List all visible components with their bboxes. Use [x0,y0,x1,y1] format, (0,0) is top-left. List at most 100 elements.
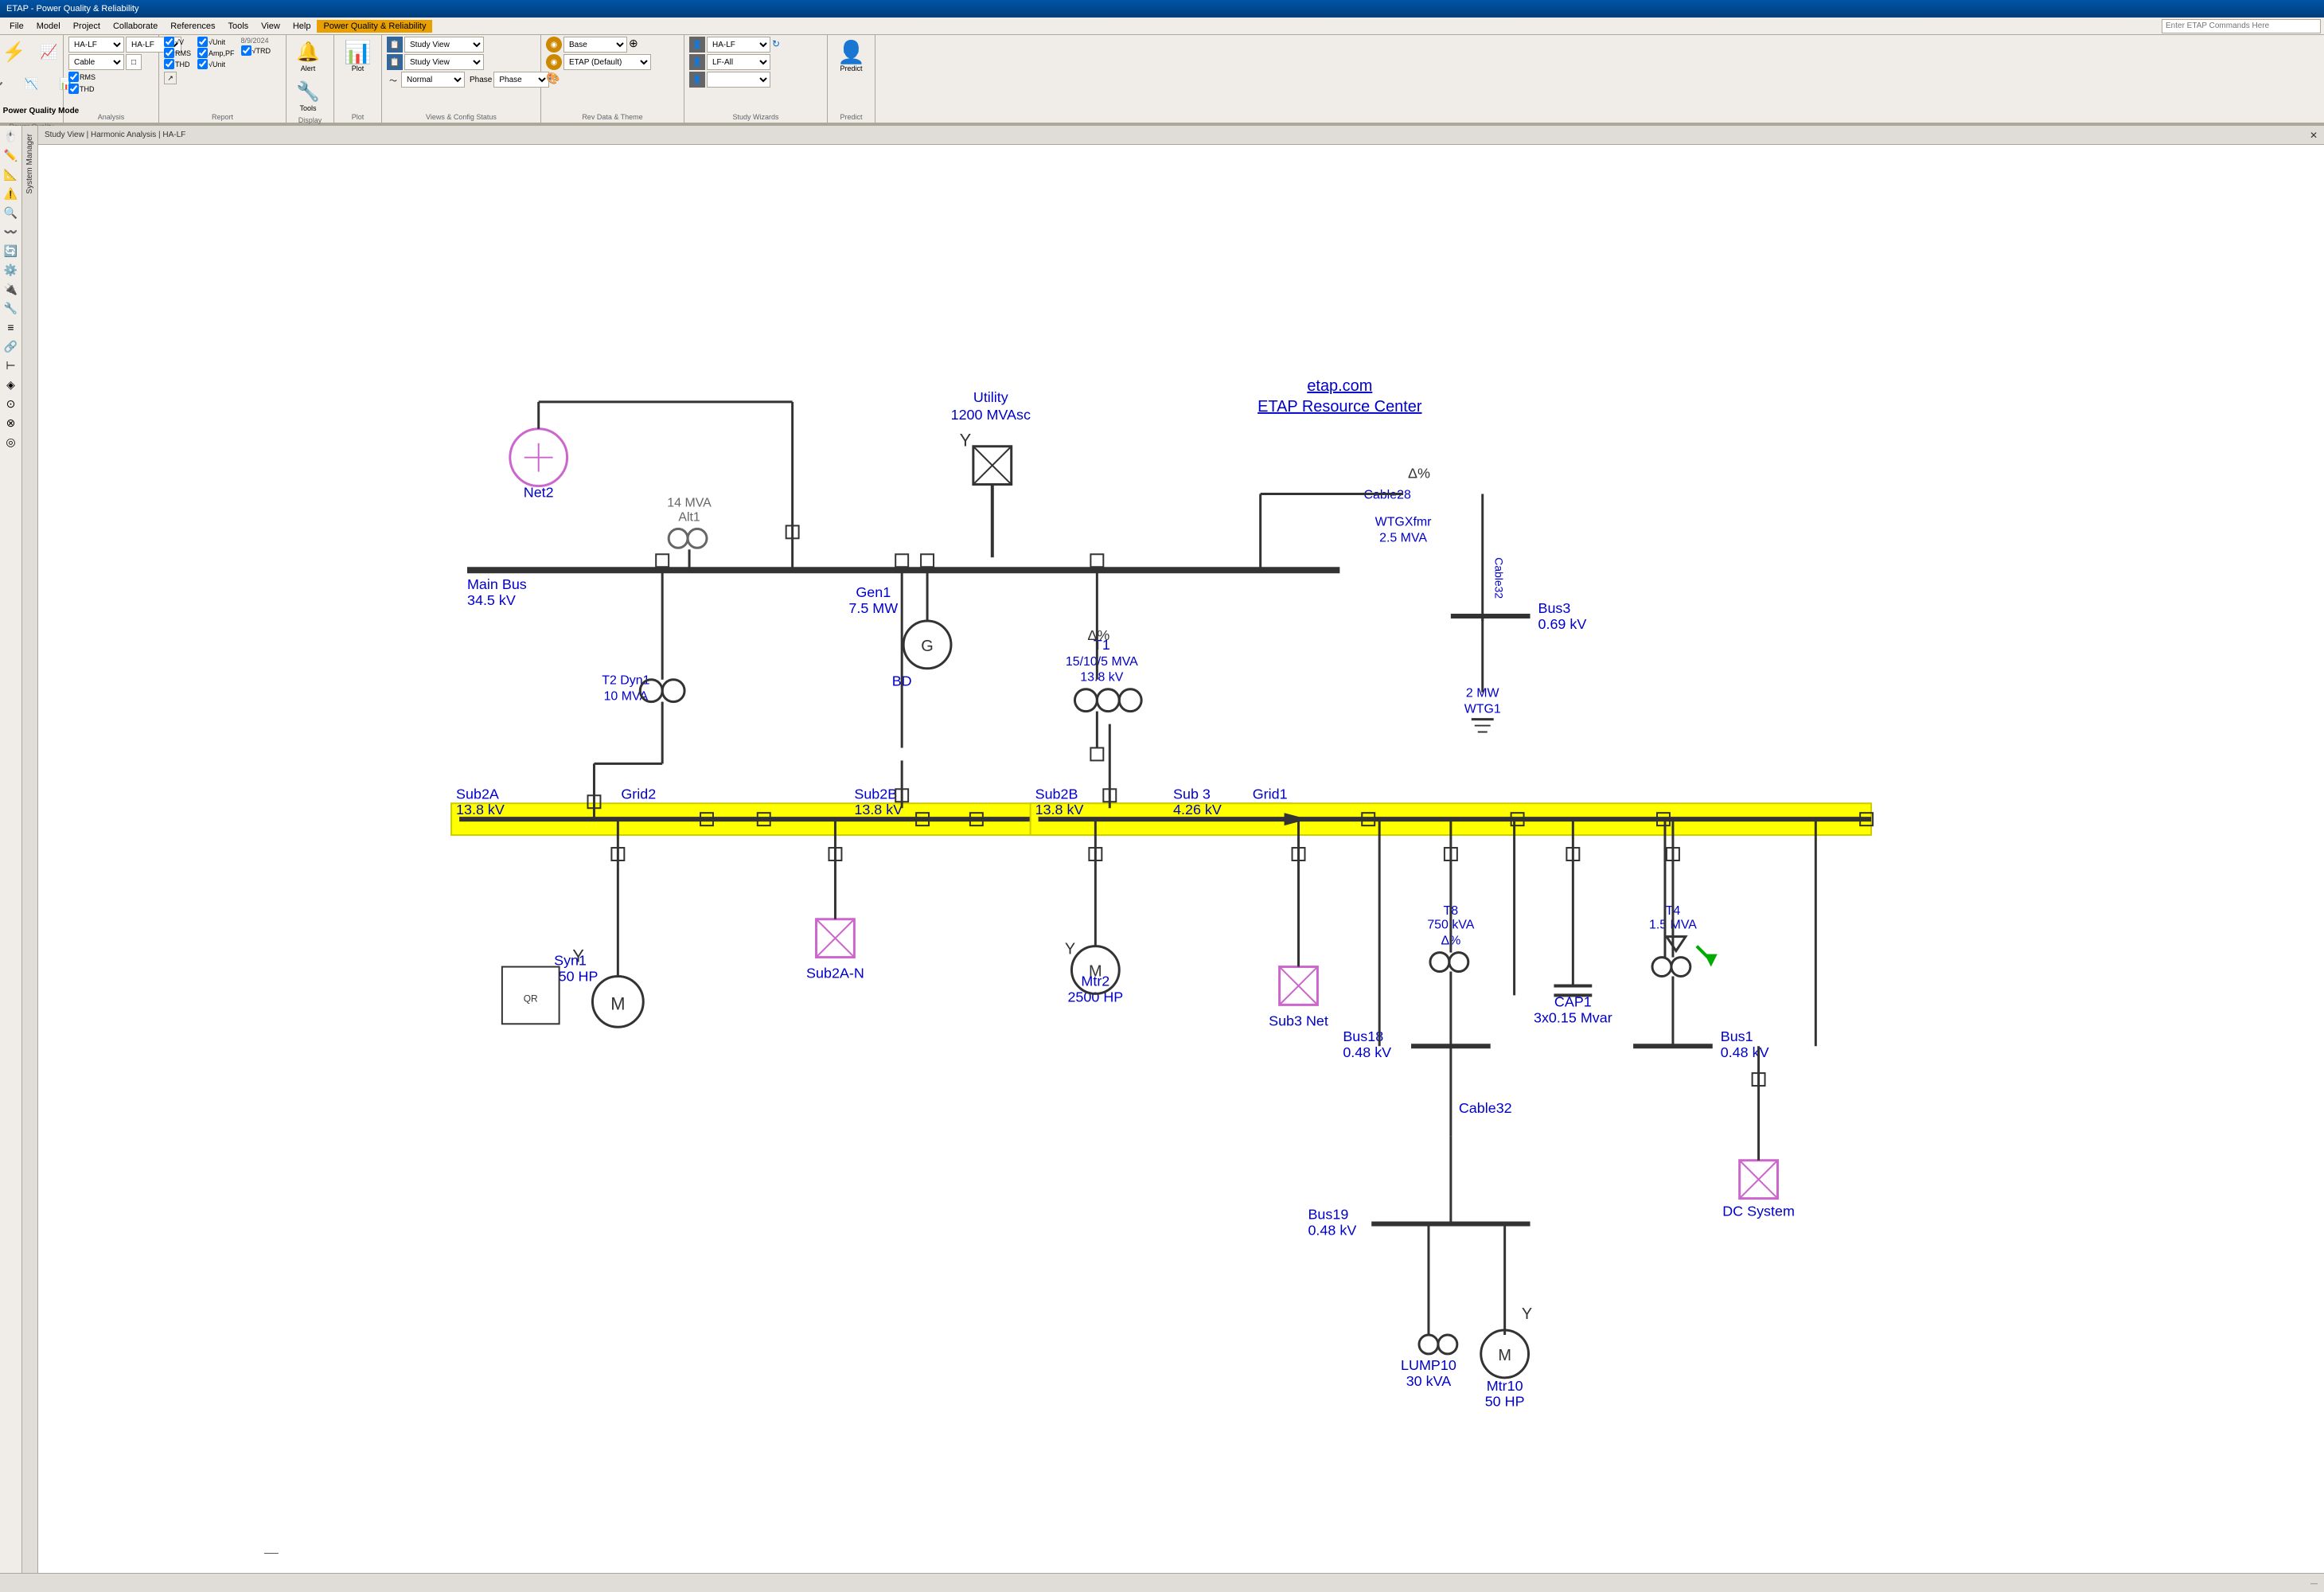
sidebar-icon-link[interactable]: 🔗 [2,338,20,355]
report-expand-btn[interactable]: ↗ [164,72,177,84]
sidebar-icon-extra2[interactable]: ◎ [2,433,20,451]
menu-project[interactable]: Project [67,20,107,33]
menu-collaborate[interactable]: Collaborate [107,20,164,33]
thd-checkbox-label: THD [68,84,95,94]
wizard-icon1[interactable]: 👤 [689,37,705,53]
gen1-mw: 7.5 MW [848,600,898,616]
tools-btn[interactable]: 🔧 Tools [291,76,325,115]
thd2-checkbox-label: THD [164,59,191,69]
normal-dropdown[interactable]: Normal [401,72,465,88]
mtr10-y: Y [1522,1305,1532,1323]
sidebar-icon-ruler[interactable]: ⊢ [2,357,20,374]
menu-view[interactable]: View [255,20,287,33]
sub2an-label: Sub2A-N [806,966,864,981]
sub3-voltage: 4.26 kV [1173,802,1222,817]
analysis-icon-btn[interactable]: □ [126,54,142,70]
mtr10-m: M [1498,1347,1511,1364]
menu-tools[interactable]: Tools [221,20,255,33]
wizard-dropdown1[interactable]: HA-LF [707,37,770,53]
palette-icon[interactable]: 🎨 [546,72,562,88]
phase-icon: 〜 [387,73,400,86]
mtr10-label: Mtr10 [1487,1378,1523,1394]
sidebar-icon-power[interactable]: 🔌 [2,280,20,298]
ribbon-group-plot: 📊 Plot Plot [334,35,382,123]
theme-dropdown[interactable]: ETAP (Default) [563,54,651,70]
sidebar-icon-draw[interactable]: ✏️ [2,146,20,164]
main-bus-label: Main Bus [467,576,527,592]
rms2-checkbox[interactable] [164,48,174,58]
wtg1-label: WTG1 [1464,703,1501,716]
menu-pq[interactable]: Power Quality & Reliability [317,20,432,33]
analysis-dropdown3[interactable]: Cable [68,54,124,70]
ampf-checkbox[interactable] [197,48,208,58]
ribbon-group-predict: 👤 Predict Predict [828,35,875,123]
wizard-dropdown3[interactable] [707,72,770,88]
menu-help[interactable]: Help [287,20,318,33]
wizard-refresh-btn[interactable]: ↻ [772,38,785,51]
phase-label: Phase [470,76,492,84]
command-search[interactable] [2162,19,2321,33]
rev-data-icon[interactable]: ⊕ [629,37,645,53]
wizard-dropdown2[interactable]: LF-All [707,54,770,70]
base-dropdown[interactable]: Base [563,37,627,53]
trd-checkbox[interactable] [241,45,252,56]
pq-mode-btn4[interactable]: 📉 [15,68,49,99]
report-label: Report [212,111,233,121]
sv-checkbox[interactable] [164,37,174,47]
status-coords: — [2310,1579,2318,1587]
sidebar-icon-search[interactable]: 🔍 [2,204,20,221]
study-view-dropdown2[interactable]: Study View [404,54,484,70]
analysis-dropdown1[interactable]: HA-LF [68,37,124,53]
alert-btn[interactable]: 🔔 Alert [291,37,325,75]
sidebar-icon-wrench[interactable]: 🔧 [2,299,20,317]
sv-checkbox-label: √V [164,37,191,47]
sub2b-right-label: Sub2B [1035,786,1078,802]
wizard-icon3[interactable]: 👤 [689,72,705,88]
sidebar-icon-measure[interactable]: 📐 [2,166,20,183]
thd-checkbox[interactable] [68,84,79,94]
sidebar-icon-chart[interactable]: 〰️ [2,223,20,240]
sidebar-icon-list[interactable]: ≡ [2,318,20,336]
unit2-checkbox[interactable] [197,59,208,69]
gen1-label: Gen1 [856,584,891,600]
sidebar-icon-settings[interactable]: ⚙️ [2,261,20,279]
syn1-m: M [610,993,625,1013]
plot-btn[interactable]: 📊 Plot [341,37,375,75]
ampf-checkbox-label: Amp,PF [197,48,235,58]
breadcrumb: Study View | Harmonic Analysis | HA-LF [45,131,185,139]
canvas-close-btn[interactable]: ✕ [2310,130,2318,141]
system-manager-tab[interactable]: System Manager [22,126,38,1573]
thd2-checkbox[interactable] [164,59,174,69]
pq-mode-btn3[interactable]: 〰️ [0,68,14,99]
sidebar-icon-cursor[interactable]: 🖱️ [2,127,20,145]
menu-references[interactable]: References [164,20,221,33]
predict-btn[interactable]: 👤 Predict [835,37,868,75]
etap-resource-link[interactable]: ETAP Resource Center [1258,398,1422,416]
unit-checkbox[interactable] [197,37,208,47]
sidebar-icon-warning[interactable]: ⚠️ [2,185,20,202]
rms-checkbox-label: RMS [68,72,96,82]
pq-mode-btn2[interactable]: 📈 [33,37,66,67]
diagram-svg: etap.com ETAP Resource Center Net2 14 MV… [38,145,2324,1573]
study-view-dropdown1[interactable]: Study View [404,37,484,53]
canvas-area: Study View | Harmonic Analysis | HA-LF ✕… [38,126,2324,1573]
menu-model[interactable]: Model [30,20,67,33]
study-wizards-label: Study Wizards [732,111,778,121]
wizard-icon2[interactable]: 👤 [689,54,705,70]
mtr2-m: M [1089,963,1102,981]
sidebar-icon-extra1[interactable]: ⊗ [2,414,20,431]
utility-label: Utility [973,389,1008,405]
etap-link[interactable]: etap.com [1307,377,1372,395]
study-view-icon1[interactable]: 📋 [387,37,403,53]
rms-checkbox[interactable] [68,72,79,82]
pq-mode-btn1[interactable]: ⚡ [0,37,31,67]
bottom-status: — [264,1544,279,1560]
utility-mva: 1200 MVAsc [951,407,1031,423]
sidebar-icon-refresh[interactable]: 🔄 [2,242,20,259]
sidebar-icon-globe[interactable]: ⊙ [2,395,20,412]
mtr10-hp: 50 HP [1485,1394,1525,1410]
canvas-content[interactable]: etap.com ETAP Resource Center Net2 14 MV… [38,145,2324,1573]
study-view-icon2[interactable]: 📋 [387,54,403,70]
sidebar-icon-light[interactable]: ◈ [2,376,20,393]
menu-file[interactable]: File [3,20,30,33]
